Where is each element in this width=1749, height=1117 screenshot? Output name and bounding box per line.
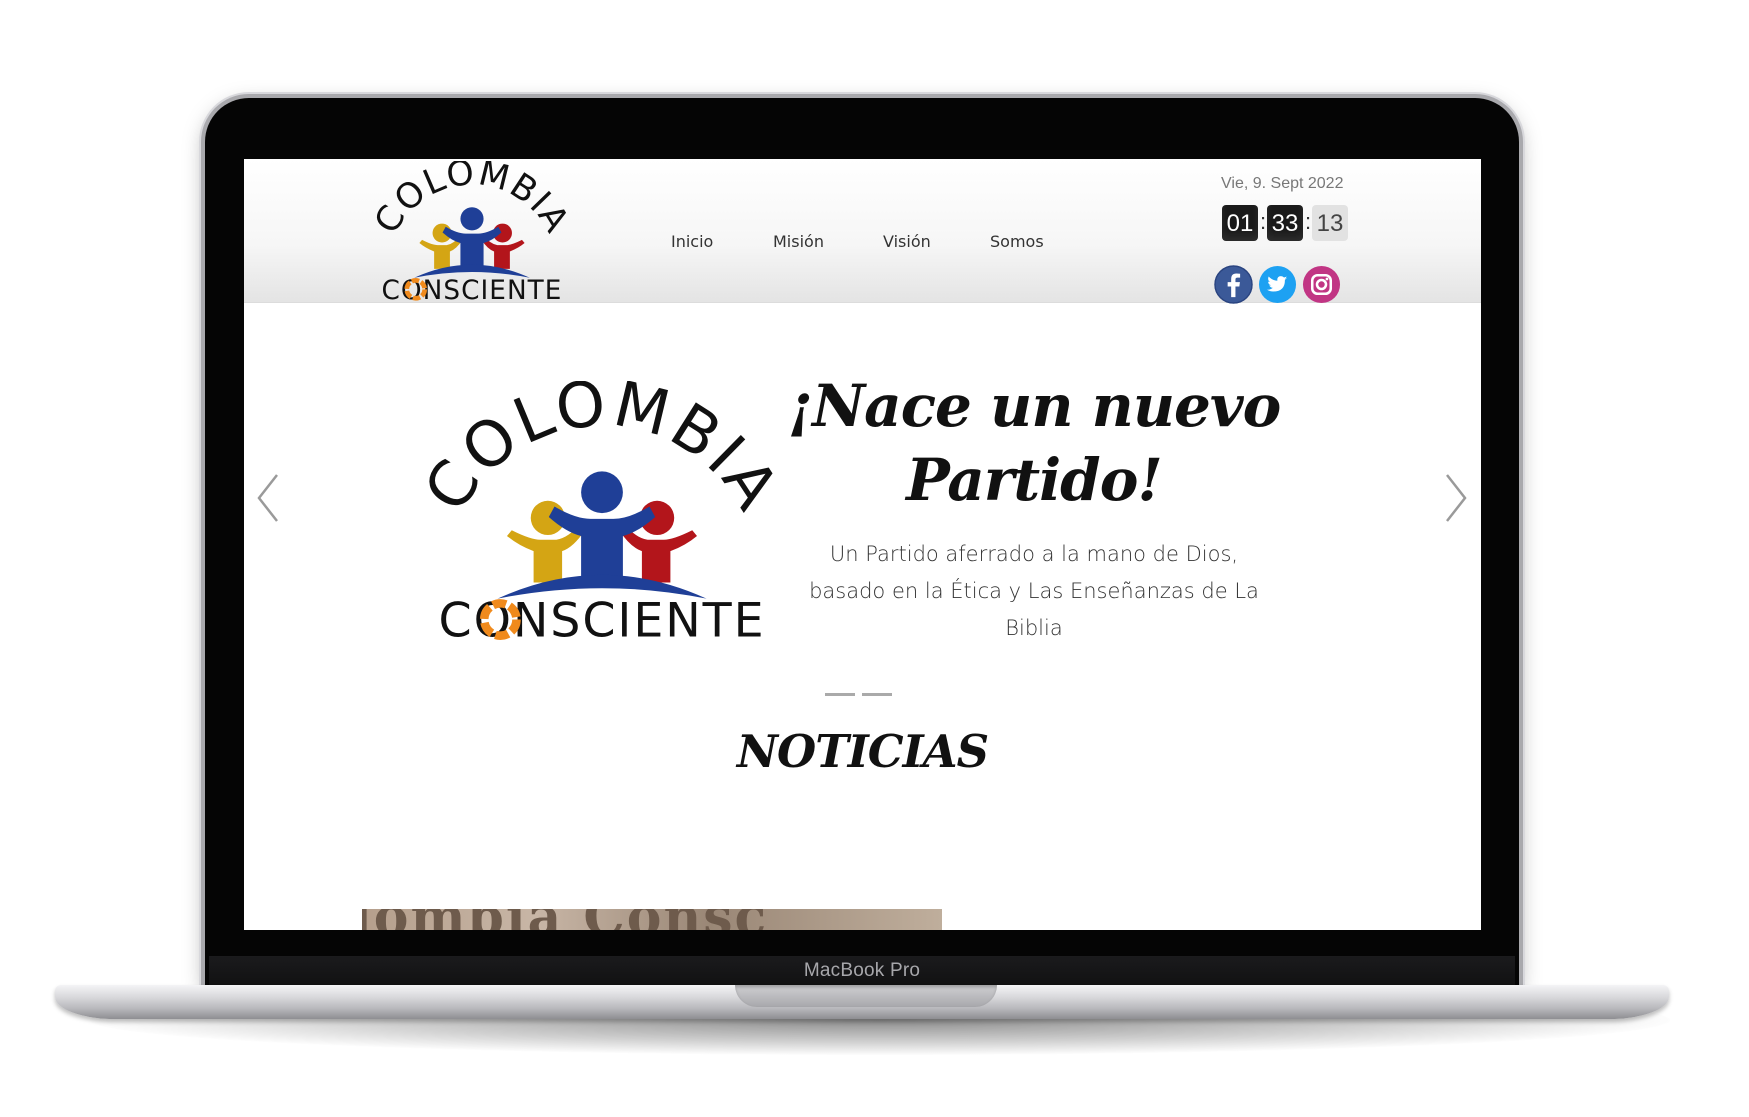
logo-text-bottom: CONSCIENTE xyxy=(382,276,563,303)
clock-separator: : xyxy=(1305,209,1312,234)
hero-description-line-3: Biblia xyxy=(1005,616,1063,640)
instagram-icon[interactable] xyxy=(1302,265,1341,304)
hero-title-line-2: Partido! xyxy=(906,446,1163,514)
hero-description-line-2: basado en la Ética y Las Enseñanzas de L… xyxy=(809,579,1259,603)
hero-description-line-1: Un Partido aferrado a la mano de Dios, xyxy=(829,542,1239,566)
clock-seconds: 13 xyxy=(1312,205,1348,241)
nav-item-vision[interactable]: Visión xyxy=(883,232,931,251)
laptop-notch xyxy=(735,985,997,1007)
clock-separator: : xyxy=(1260,209,1267,234)
nav-item-mision[interactable]: Misión xyxy=(773,232,824,251)
hero-title-line-1: ¡Nace un nuevo xyxy=(787,372,1282,440)
carousel-indicator-2[interactable] xyxy=(862,693,892,696)
clock-minutes: 33 xyxy=(1267,205,1303,241)
news-section-title: NOTICIAS xyxy=(736,725,989,778)
clock-hours: 01 xyxy=(1222,205,1258,241)
carousel-next-arrow[interactable] xyxy=(1433,467,1473,529)
news-thumbnail-text: lombia Consc xyxy=(362,909,768,930)
news-thumbnail[interactable]: lombia Consc xyxy=(362,909,942,930)
browser-screen: COLOMBIA CONSCIENTE Inicio Misión Visión… xyxy=(244,159,1481,930)
hero-logo-text-bottom: CONSCIENTE xyxy=(439,594,766,649)
hero-description: Un Partido aferrado a la mano de Dios, b… xyxy=(784,536,1284,647)
carousel-indicator-1[interactable] xyxy=(825,693,855,696)
hero-title: ¡Nace un nuevo Partido! xyxy=(784,369,1284,517)
twitter-icon[interactable] xyxy=(1258,265,1297,304)
hero-logo: COLOMBIA CONSCIENTE xyxy=(412,381,791,649)
nav-item-somos[interactable]: Somos xyxy=(990,232,1044,251)
carousel-prev-arrow[interactable] xyxy=(251,467,291,529)
nav-item-inicio[interactable]: Inicio xyxy=(671,232,713,251)
device-label: MacBook Pro xyxy=(209,956,1515,985)
header-date: Vie, 9. Sept 2022 xyxy=(1221,175,1344,192)
site-header: COLOMBIA CONSCIENTE Inicio Misión Visión… xyxy=(244,159,1481,304)
facebook-icon[interactable] xyxy=(1214,265,1253,304)
